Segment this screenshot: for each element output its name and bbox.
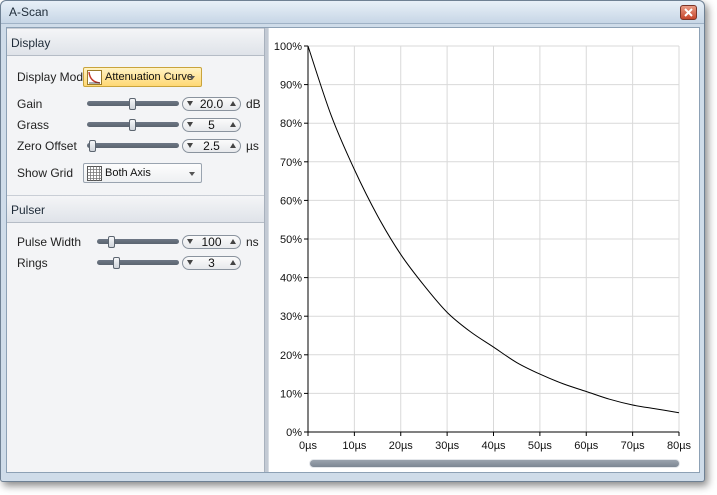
- y-tick-label: 60%: [280, 195, 302, 207]
- y-tick-label: 10%: [280, 388, 302, 400]
- gain-value[interactable]: 20.0: [195, 98, 228, 110]
- spin-up-icon[interactable]: [230, 239, 236, 244]
- y-tick-label: 30%: [280, 311, 302, 323]
- chevron-down-icon: [189, 172, 195, 176]
- x-tick-label: 50µs: [528, 440, 553, 452]
- rings-slider[interactable]: [97, 260, 179, 265]
- x-tick-label: 10µs: [342, 440, 367, 452]
- client-area: Display Display Mode Attenuation Curve G…: [6, 27, 700, 473]
- spin-up-icon[interactable]: [230, 101, 236, 106]
- y-tick-label: 40%: [280, 273, 302, 285]
- spin-down-icon[interactable]: [187, 260, 193, 265]
- spin-up-icon[interactable]: [230, 260, 236, 265]
- chart-svg: 0% 10% 20% 30% 40% 50% 60% 70% 80% 90% 100% 0µs 10µs…: [274, 41, 692, 452]
- horizontal-scrollbar[interactable]: [309, 459, 680, 468]
- rings-value[interactable]: 3: [195, 257, 228, 269]
- x-tick-label: 40µs: [481, 440, 506, 452]
- spin-up-icon[interactable]: [230, 143, 236, 148]
- y-tick-label: 70%: [280, 157, 302, 169]
- window-title: A-Scan: [9, 5, 49, 19]
- zero-offset-spinner[interactable]: 2.5: [182, 139, 241, 153]
- curve-icon: [87, 70, 102, 85]
- chevron-down-icon: [189, 76, 195, 80]
- grid-icon: [87, 166, 102, 181]
- close-button[interactable]: [680, 5, 697, 20]
- zero-offset-value[interactable]: 2.5: [195, 140, 228, 152]
- display-section-header[interactable]: Display: [7, 28, 264, 56]
- show-grid-label: Show Grid: [17, 166, 74, 180]
- gain-spinner[interactable]: 20.0: [182, 97, 241, 111]
- display-section-title: Display: [11, 36, 51, 50]
- x-tick-label: 80µs: [667, 440, 692, 452]
- grass-label: Grass: [17, 118, 50, 132]
- pulser-section-title: Pulser: [11, 203, 46, 217]
- pulse-width-slider-thumb[interactable]: [108, 236, 115, 248]
- grass-spinner[interactable]: 5: [182, 118, 241, 132]
- spin-down-icon[interactable]: [187, 122, 193, 127]
- display-mode-dropdown[interactable]: Attenuation Curve: [83, 67, 202, 87]
- spin-up-icon[interactable]: [230, 122, 236, 127]
- zero-offset-label: Zero Offset: [17, 139, 77, 153]
- gain-unit: dB: [246, 97, 261, 111]
- pulse-width-spinner[interactable]: 100: [182, 235, 241, 249]
- y-tick-label: 20%: [280, 350, 302, 362]
- pulser-section-header[interactable]: Pulser: [7, 195, 264, 223]
- gain-slider-thumb[interactable]: [129, 98, 136, 110]
- y-tick-label: 0%: [286, 427, 302, 439]
- pulse-width-label: Pulse Width: [17, 235, 82, 249]
- gain-label: Gain: [17, 97, 43, 111]
- show-grid-value: Both Axis: [105, 167, 151, 179]
- rings-slider-thumb[interactable]: [113, 257, 120, 269]
- title-bar[interactable]: A-Scan: [1, 1, 704, 24]
- pulse-width-value[interactable]: 100: [195, 236, 228, 248]
- show-grid-dropdown[interactable]: Both Axis: [83, 163, 202, 183]
- zero-offset-slider[interactable]: [87, 143, 179, 148]
- spin-down-icon[interactable]: [187, 101, 193, 106]
- y-tick-label: 90%: [280, 80, 302, 92]
- rings-spinner[interactable]: 3: [182, 256, 241, 270]
- display-mode-label: Display Mode: [17, 70, 90, 84]
- close-icon: [684, 8, 693, 17]
- pulse-width-unit: ns: [246, 235, 259, 249]
- x-tick-label: 30µs: [435, 440, 460, 452]
- y-tick-label: 100%: [274, 41, 302, 53]
- x-tick-label: 60µs: [574, 440, 599, 452]
- x-tick-label: 0µs: [299, 440, 317, 452]
- settings-panel: Display Display Mode Attenuation Curve G…: [7, 28, 264, 472]
- y-tick-label: 80%: [280, 118, 302, 130]
- spin-down-icon[interactable]: [187, 143, 193, 148]
- x-tick-label: 70µs: [621, 440, 646, 452]
- a-scan-window: A-Scan Display Display Mode Attenuation …: [0, 0, 705, 482]
- scrollbar-thumb[interactable]: [310, 460, 679, 467]
- display-mode-value: Attenuation Curve: [105, 71, 194, 83]
- zero-offset-unit: µs: [246, 139, 259, 153]
- zero-offset-slider-thumb[interactable]: [89, 140, 96, 152]
- rings-label: Rings: [17, 256, 48, 270]
- grass-value[interactable]: 5: [195, 119, 228, 131]
- x-tick-label: 20µs: [389, 440, 414, 452]
- spin-down-icon[interactable]: [187, 239, 193, 244]
- a-scan-chart: 0% 10% 20% 30% 40% 50% 60% 70% 80% 90% 100% 0µs 10µs…: [269, 28, 699, 472]
- grass-slider-thumb[interactable]: [129, 119, 136, 131]
- y-tick-label: 50%: [280, 234, 302, 246]
